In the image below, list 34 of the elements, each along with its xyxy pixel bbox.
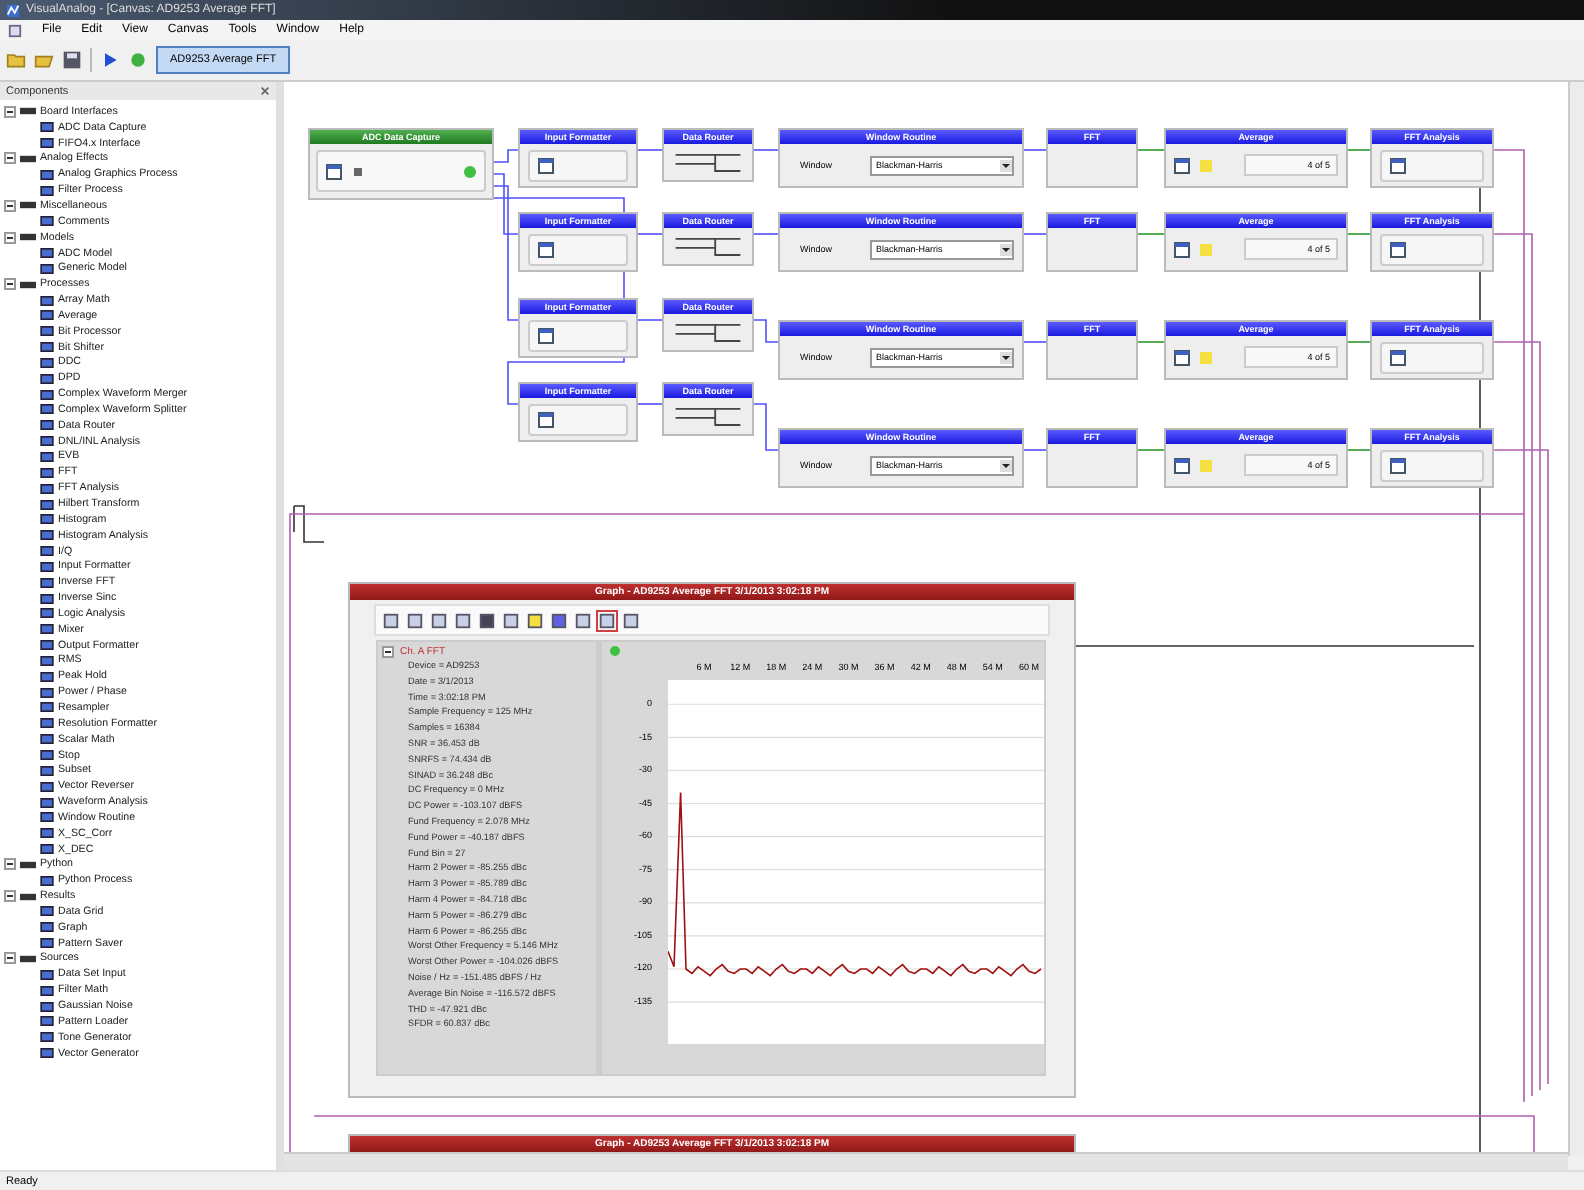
expand-toggle-icon[interactable]: [4, 858, 16, 871]
router-diagram-icon: [672, 232, 744, 260]
expand-toggle-icon[interactable]: [4, 105, 16, 118]
component-icon: [40, 875, 54, 886]
dropdown-arrow-icon: [1000, 159, 1012, 171]
new-folder-icon[interactable]: [6, 50, 26, 70]
router-diagram-icon: [672, 402, 744, 430]
note-icon: [1198, 457, 1214, 473]
dropdown-arrow-icon: [1000, 351, 1012, 363]
play-icon[interactable]: [100, 50, 120, 70]
open-folder-icon[interactable]: [34, 50, 54, 70]
note-icon: [1198, 241, 1214, 257]
component-icon: [40, 216, 54, 227]
dropdown-arrow-icon: [1000, 243, 1012, 255]
router-diagram-icon: [672, 318, 744, 346]
note-icon[interactable]: [526, 611, 544, 629]
chip-icon: [350, 163, 366, 179]
square-icon[interactable]: [550, 611, 568, 629]
note-icon: [1198, 157, 1214, 173]
router-diagram-icon: [672, 148, 744, 176]
horizontal-scrollbar[interactable]: [284, 1152, 1568, 1170]
expand-toggle-icon[interactable]: [382, 646, 394, 658]
document-icon: [8, 23, 22, 37]
expand-toggle-icon[interactable]: [4, 199, 16, 212]
dropdown-arrow-icon: [1000, 459, 1012, 471]
square-icon[interactable]: [430, 611, 448, 629]
note-icon: [1198, 349, 1214, 365]
expand-toggle-icon[interactable]: [4, 231, 16, 244]
expand-toggle-icon[interactable]: [4, 952, 16, 965]
close-icon[interactable]: [260, 86, 270, 96]
expand-toggle-icon[interactable]: [4, 152, 16, 165]
vertical-scrollbar[interactable]: [1568, 82, 1584, 1156]
expand-toggle-icon[interactable]: [4, 890, 16, 903]
expand-toggle-icon[interactable]: [4, 278, 16, 291]
